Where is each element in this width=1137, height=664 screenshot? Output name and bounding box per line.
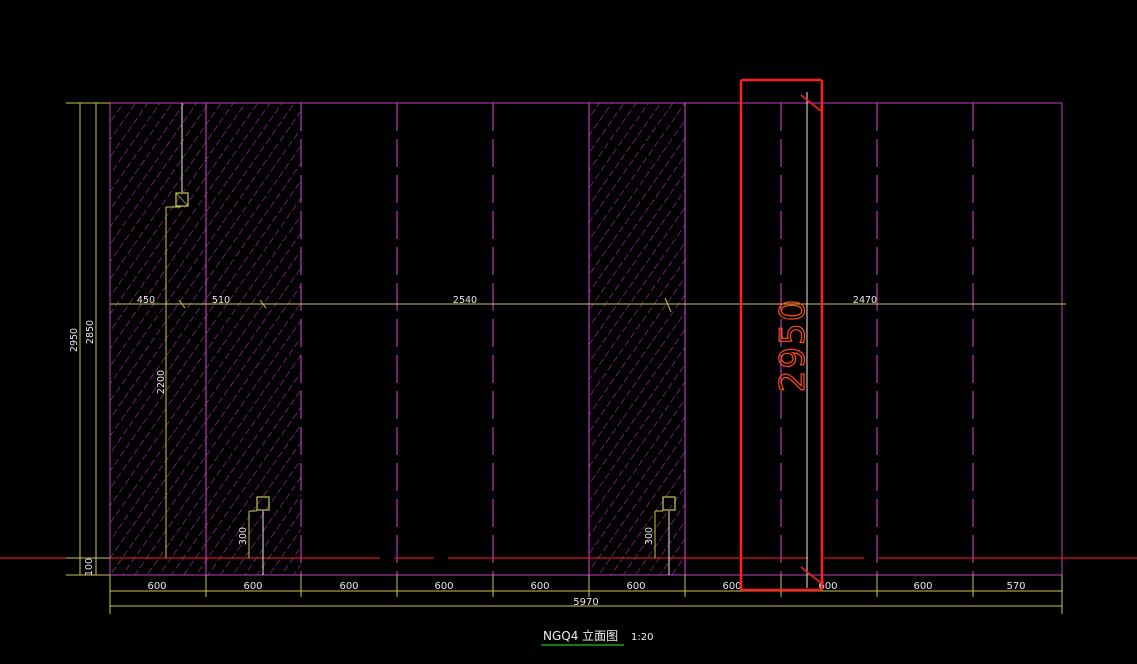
bottom-dim: 600 <box>530 581 549 592</box>
bottom-dim: 600 <box>243 581 262 592</box>
dim-2200: 2200 <box>156 370 167 394</box>
dim-300-left: 300 <box>238 527 249 545</box>
overall-width-dim: 5970 <box>573 597 598 608</box>
hatched-panel-middle <box>589 103 685 575</box>
dim-510: 510 <box>212 295 230 306</box>
dim-2850: 2850 <box>85 320 96 344</box>
callout-2950: 2950 <box>773 298 813 393</box>
bottom-dim: 600 <box>722 581 741 592</box>
elevation-drawing: 450 510 2540 2470 2200 300 300 2950 2850… <box>0 78 1137 646</box>
drawing-title: NGQ4 立面图 <box>543 628 618 643</box>
bottom-dim: 600 <box>339 581 358 592</box>
bottom-dim: 570 <box>1006 581 1025 592</box>
bottom-dim: 600 <box>147 581 166 592</box>
dim-300-middle: 300 <box>644 527 655 545</box>
dim-2470: 2470 <box>853 295 877 306</box>
bottom-dim: 600 <box>626 581 645 592</box>
dim-100: 100 <box>84 558 95 576</box>
panel-dividers <box>205 103 974 575</box>
bottom-dim: 600 <box>434 581 453 592</box>
dim-2950-left: 2950 <box>69 328 80 352</box>
dim-450: 450 <box>137 295 155 306</box>
bottom-dim: 600 <box>913 581 932 592</box>
dim-2540: 2540 <box>453 295 477 306</box>
drawing-scale: 1:20 <box>631 632 653 643</box>
